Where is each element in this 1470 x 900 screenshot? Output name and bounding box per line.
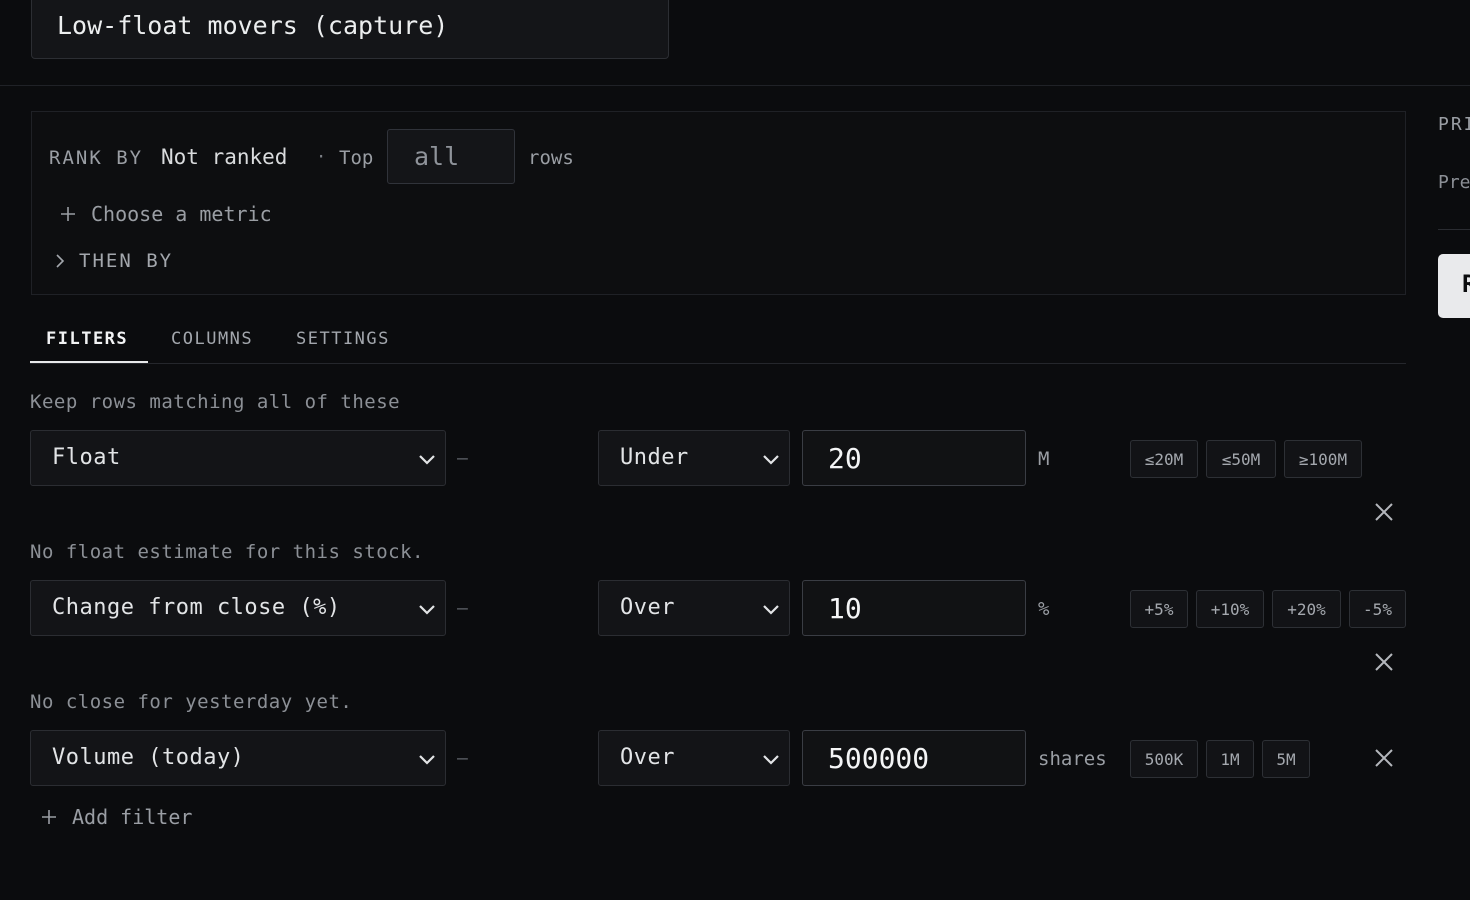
preset-chip[interactable]: ≤50M <box>1206 440 1276 478</box>
screen-title: Low-float movers (capture) <box>57 11 449 40</box>
filter-value: 500000 <box>828 742 930 775</box>
filter-operator-select[interactable]: Over <box>598 580 790 636</box>
preset-chip[interactable]: ≥100M <box>1284 440 1362 478</box>
right-panel-heading: PRI <box>1438 114 1470 135</box>
filter-value: 20 <box>828 442 862 475</box>
top-rows-value: all <box>414 142 460 171</box>
filter-metric-select[interactable]: Volume (today) <box>30 730 446 786</box>
active-tab-indicator <box>30 361 148 363</box>
close-icon[interactable] <box>1372 500 1396 524</box>
chevron-right-icon <box>56 254 65 268</box>
add-filter-button[interactable]: Add filter <box>40 805 192 829</box>
choose-metric-label: Choose a metric <box>91 202 272 226</box>
add-filter-label: Add filter <box>72 805 193 829</box>
filter-unit: M <box>1038 448 1050 470</box>
chevron-down-icon <box>419 605 435 615</box>
filter-dash: – <box>457 448 468 469</box>
right-panel-divider <box>1438 229 1470 230</box>
filter-operator-value: Over <box>620 745 675 770</box>
filter-operator-value: Over <box>620 595 675 620</box>
filter-note: No close for yesterday yet. <box>30 691 353 713</box>
filter-unit: % <box>1038 598 1050 620</box>
right-panel-button-label: R <box>1462 270 1470 298</box>
preset-chip[interactable]: +5% <box>1130 590 1188 628</box>
then-by-label: THEN BY <box>79 250 174 272</box>
filter-value-input[interactable]: 10 <box>802 580 1026 636</box>
top-label: Top <box>339 147 374 169</box>
choose-metric-button[interactable]: Choose a metric <box>59 202 272 226</box>
filter-value-input[interactable]: 20 <box>802 430 1026 486</box>
filter-dash: – <box>457 598 468 619</box>
filter-metric-value: Float <box>52 445 121 470</box>
chevron-down-icon <box>763 605 779 615</box>
preset-chip[interactable]: 1M <box>1206 740 1254 778</box>
filters-caption: Keep rows matching all of these <box>30 391 401 413</box>
rank-by-label: RANK BY <box>49 147 144 169</box>
filter-value-input[interactable]: 500000 <box>802 730 1026 786</box>
filter-note: No float estimate for this stock. <box>30 541 424 563</box>
rank-separator: · <box>316 147 327 167</box>
preset-chip[interactable]: +10% <box>1196 590 1264 628</box>
chevron-down-icon <box>763 455 779 465</box>
tab-bar: FILTERS COLUMNS SETTINGS <box>30 318 1406 364</box>
close-icon[interactable] <box>1372 746 1396 770</box>
right-panel-button[interactable]: R <box>1438 254 1470 318</box>
preset-chip[interactable]: -5% <box>1349 590 1406 628</box>
top-rows-input[interactable]: all <box>387 129 515 184</box>
filter-operator-select[interactable]: Over <box>598 730 790 786</box>
chevron-down-icon <box>419 455 435 465</box>
preset-chip[interactable]: 500K <box>1130 740 1198 778</box>
screen-name-field[interactable]: Low-float movers (capture) <box>31 0 669 59</box>
then-by-toggle[interactable]: THEN BY <box>53 250 173 272</box>
plus-icon <box>61 207 75 221</box>
chevron-down-icon <box>763 755 779 765</box>
tab-columns[interactable]: COLUMNS <box>171 329 253 349</box>
preset-chip[interactable]: +20% <box>1272 590 1341 628</box>
tab-settings[interactable]: SETTINGS <box>296 329 390 349</box>
header-divider <box>0 85 1470 86</box>
preset-chip[interactable]: 5M <box>1262 740 1310 778</box>
filter-metric-select[interactable]: Float <box>30 430 446 486</box>
filter-operator-select[interactable]: Under <box>598 430 790 486</box>
plus-icon <box>42 810 56 824</box>
close-icon[interactable] <box>1372 650 1396 674</box>
filter-metric-value: Change from close (%) <box>52 595 341 620</box>
chevron-down-icon <box>419 755 435 765</box>
rank-panel: RANK BY Not ranked · Top all rows Choose… <box>31 111 1406 295</box>
tab-filters[interactable]: FILTERS <box>46 329 128 349</box>
filter-value: 10 <box>828 592 862 625</box>
filter-operator-value: Under <box>620 445 689 470</box>
preset-chip[interactable]: ≤20M <box>1130 440 1198 478</box>
rank-by-value[interactable]: Not ranked <box>161 145 287 169</box>
right-panel-subtext: Pre <box>1438 172 1470 193</box>
filter-unit: shares <box>1038 748 1107 770</box>
rows-label: rows <box>528 147 574 169</box>
filter-dash: – <box>457 748 468 769</box>
filter-metric-value: Volume (today) <box>52 745 245 770</box>
filter-metric-select[interactable]: Change from close (%) <box>30 580 446 636</box>
